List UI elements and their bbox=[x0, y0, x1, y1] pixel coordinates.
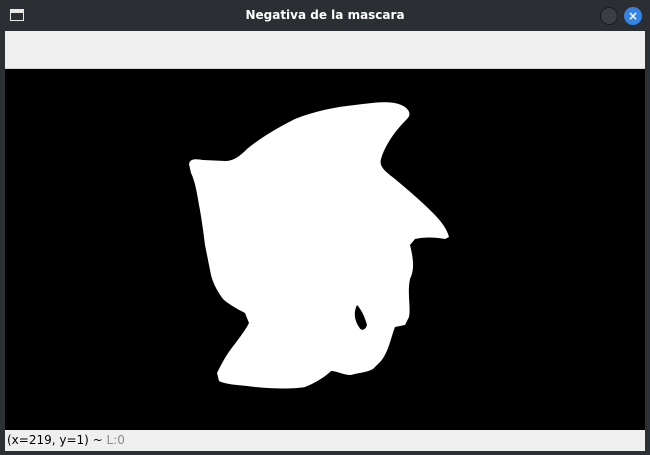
close-button[interactable]: × bbox=[624, 7, 642, 25]
status-bar: (x=219, y=1) ~ L:0 bbox=[5, 430, 645, 451]
pixel-coordinates: (x=219, y=1) bbox=[7, 433, 89, 447]
image-canvas[interactable] bbox=[5, 69, 645, 430]
window-title: Negativa de la mascara bbox=[245, 8, 405, 22]
minimize-button[interactable] bbox=[600, 7, 618, 25]
mask-silhouette bbox=[189, 102, 449, 389]
mask-image bbox=[189, 102, 449, 389]
window-bottom-edge bbox=[0, 451, 650, 455]
pixel-level: L:0 bbox=[106, 433, 125, 447]
status-separator: ~ bbox=[88, 433, 107, 447]
title-bar[interactable]: Negativa de la mascara × bbox=[0, 0, 650, 31]
toolbar bbox=[5, 31, 645, 69]
image-window: Negativa de la mascara × (x=219, y=1) ~ … bbox=[0, 0, 650, 455]
close-icon: × bbox=[627, 9, 639, 23]
